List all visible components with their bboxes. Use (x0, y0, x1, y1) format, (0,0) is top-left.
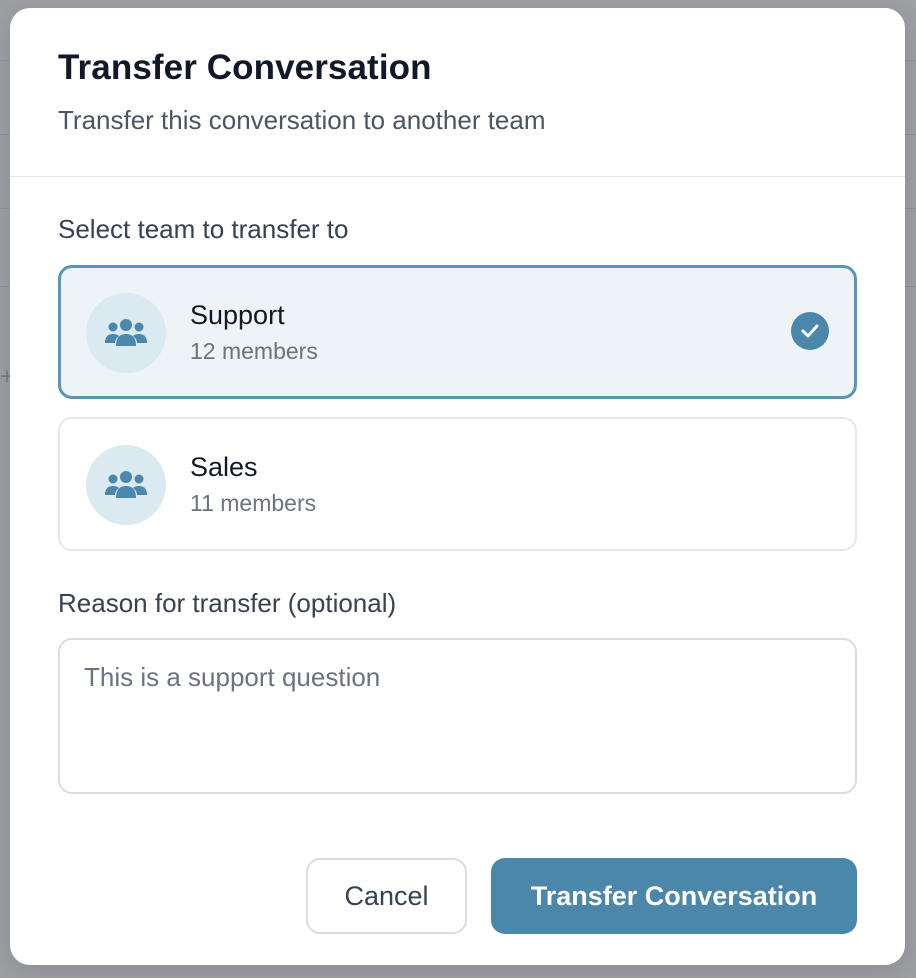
team-name: Sales (190, 452, 258, 482)
reason-label: Reason for transfer (optional) (58, 588, 397, 618)
transfer-conversation-dialog: Transfer Conversation Transfer this conv… (10, 8, 905, 965)
team-name: Support (190, 300, 285, 330)
background-plus-icon: + (0, 364, 10, 390)
team-list: Support 12 members Sales 11 members (58, 265, 857, 551)
check-circle-icon (791, 312, 829, 350)
dialog-header: Transfer Conversation Transfer this conv… (10, 8, 905, 177)
team-member-count: 11 members (190, 490, 317, 516)
cancel-button[interactable]: Cancel (306, 858, 467, 934)
users-group-icon (86, 445, 166, 525)
team-select-label: Select team to transfer to (58, 214, 349, 244)
dialog-title: Transfer Conversation (58, 48, 432, 87)
team-member-count: 12 members (190, 338, 318, 364)
dialog-subtitle: Transfer this conversation to another te… (58, 105, 546, 135)
team-option-support[interactable]: Support 12 members (58, 265, 857, 399)
dialog-actions: Cancel Transfer Conversation (306, 858, 857, 934)
transfer-conversation-button[interactable]: Transfer Conversation (491, 858, 857, 934)
users-group-icon (86, 293, 166, 373)
reason-textarea[interactable] (58, 638, 857, 794)
dialog-body: Select team to transfer to Support 12 me… (10, 177, 905, 794)
team-option-sales[interactable]: Sales 11 members (58, 417, 857, 551)
